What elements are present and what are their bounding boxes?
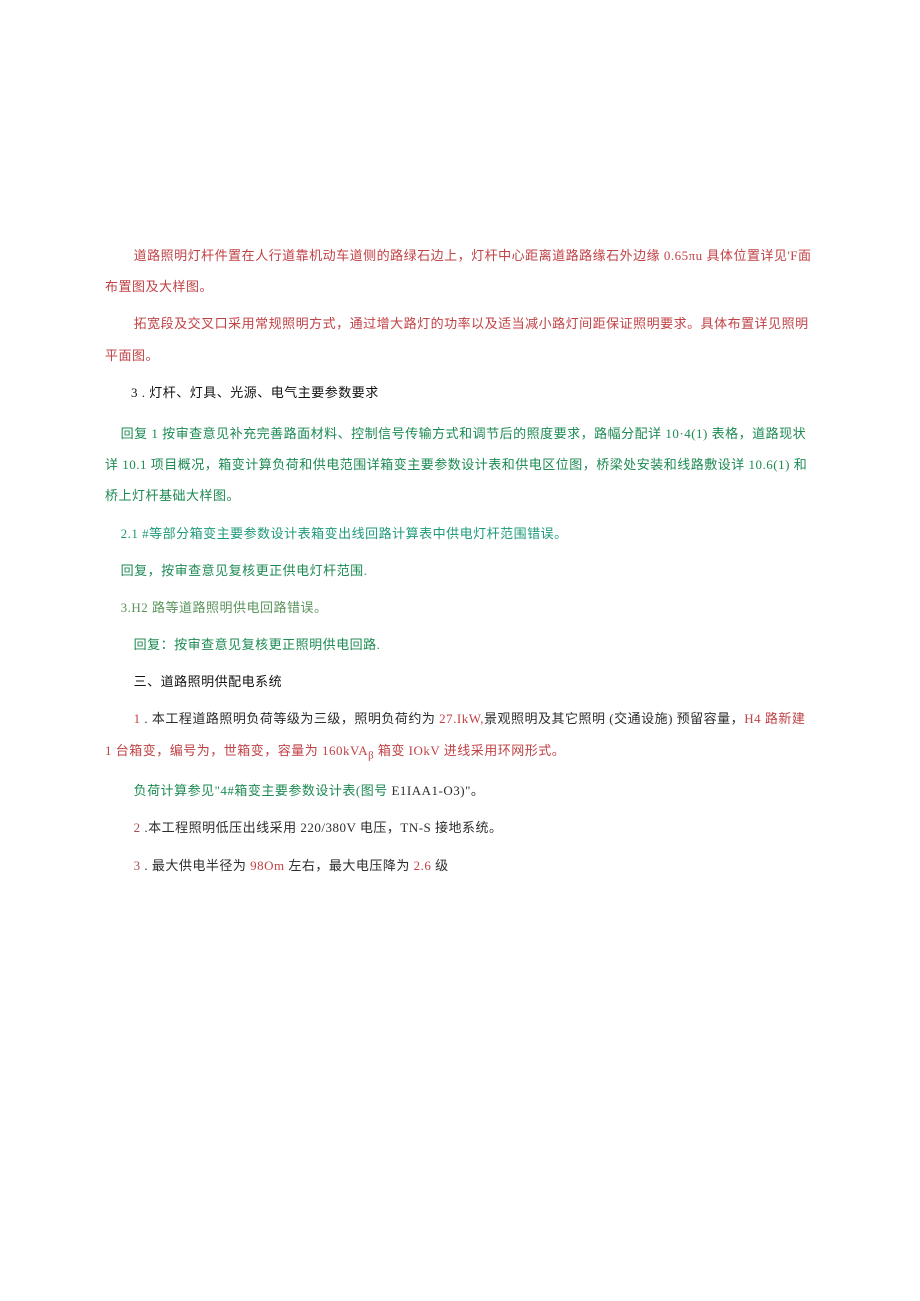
- text: 电压，: [356, 820, 400, 835]
- text: 回复，按审查意见复核更正供电灯杆范围.: [121, 563, 368, 578]
- ref: 10·4(1): [665, 426, 708, 441]
- text: 拓宽段及交叉口采用常规照明方式，通过增大路灯的功率以及适当减小路灯间距保证照明要…: [105, 316, 809, 362]
- text: . 最大供电半径为: [141, 858, 251, 873]
- item-3-h2: 3.H2 路等道路照明供电回路错误。: [105, 592, 815, 623]
- item-2-1: 2.1 #等部分箱变主要参数设计表箱变出线回路计算表中供电灯杆范围错误。: [105, 518, 815, 549]
- item-1-load: 1 . 本工程道路照明负荷等级为三级，照明负荷约为 27.IkW,景观照明及其它…: [105, 703, 815, 769]
- text: 接地系统。: [431, 820, 502, 835]
- heading-text: 三、道路照明供配电系统: [134, 674, 283, 689]
- value: 27.IkW,: [439, 711, 484, 726]
- text: 左右，最大电压降为: [285, 858, 414, 873]
- text: 负荷计算参见"4#箱变主要参数设计表(图号: [134, 783, 392, 798]
- text: .本工程照明低压出线采用: [141, 820, 301, 835]
- item-3-radius: 3 . 最大供电半径为 98Om 左右，最大电压降为 2.6 级: [105, 850, 815, 881]
- text: #等部分箱变主要参数设计表箱变出线回路计算表中供电灯杆范围错误。: [138, 526, 567, 541]
- text: 景观照明及其它照明 (交通设施) 预留容量，: [484, 711, 744, 726]
- capacity: 160kVA: [322, 743, 368, 758]
- item-number: 2.1: [121, 526, 139, 541]
- heading-number: 3: [131, 385, 138, 400]
- item-number: 3: [134, 858, 141, 873]
- paragraph-lamp-position: 道路照明灯杆件置在人行道靠机动车道侧的路绿石边上，灯杆中心距离道路路缘石外边缘 …: [105, 240, 815, 302]
- voltage: IOkV: [409, 743, 440, 758]
- load-calc-ref: 负荷计算参见"4#箱变主要参数设计表(图号 E1IAA1-O3)"。: [105, 775, 815, 806]
- item-2-voltage: 2 .本工程照明低压出线采用 220/380V 电压，TN-S 接地系统。: [105, 812, 815, 843]
- ref: 10.6(1): [749, 457, 790, 472]
- text: 路等道路照明供电回路错误。: [148, 600, 327, 615]
- text: 3.H2: [121, 600, 149, 615]
- document-page: 道路照明灯杆件置在人行道靠机动车道侧的路绿石边上，灯杆中心距离道路路缘石外边缘 …: [0, 0, 920, 947]
- heading-3-params: 3 . 灯杆、灯具、光源、电气主要参数要求: [105, 377, 815, 408]
- text: 级: [431, 858, 448, 873]
- section-3-heading: 三、道路照明供配电系统: [105, 666, 815, 697]
- text: 项目概况，箱变计算负荷和供电范围详箱变主要参数设计表和供电区位图，桥梁处安装和线…: [147, 457, 749, 472]
- text: . 本工程道路照明负荷等级为三级，照明负荷约为: [141, 711, 440, 726]
- text: 回复 1 按审查意见补充完善路面材料、控制信号传输方式和调节后的照度要求，路幅分…: [121, 426, 666, 441]
- reply-1: 回复 1 按审查意见补充完善路面材料、控制信号传输方式和调节后的照度要求，路幅分…: [105, 418, 815, 512]
- reply-2: 回复，按审查意见复核更正供电灯杆范围.: [105, 555, 815, 586]
- text: 回复：按审查意见复核更正照明供电回路.: [134, 637, 381, 652]
- item-number: 2: [134, 820, 141, 835]
- text: 箱变: [374, 743, 409, 758]
- road-ref: H4: [744, 711, 761, 726]
- value: 98Om: [250, 858, 285, 873]
- drawing-ref: E1IAA1-O3)"。: [391, 783, 484, 798]
- reply-3: 回复：按审查意见复核更正照明供电回路.: [105, 629, 815, 660]
- item-number: 1: [134, 711, 141, 726]
- text: 进线采用环网形式。: [440, 743, 565, 758]
- value: 2.6: [414, 858, 432, 873]
- heading-text: . 灯杆、灯具、光源、电气主要参数要求: [138, 385, 379, 400]
- value: 220/380V: [300, 820, 356, 835]
- value: TN-S: [400, 820, 431, 835]
- text-value: 0.65πu: [664, 248, 703, 263]
- ref: 10.1: [122, 457, 147, 472]
- text: 道路照明灯杆件置在人行道靠机动车道侧的路绿石边上，灯杆中心距离道路路缘石外边缘: [134, 248, 664, 263]
- paragraph-widen-intersection: 拓宽段及交叉口采用常规照明方式，通过增大路灯的功率以及适当减小路灯间距保证照明要…: [105, 308, 815, 370]
